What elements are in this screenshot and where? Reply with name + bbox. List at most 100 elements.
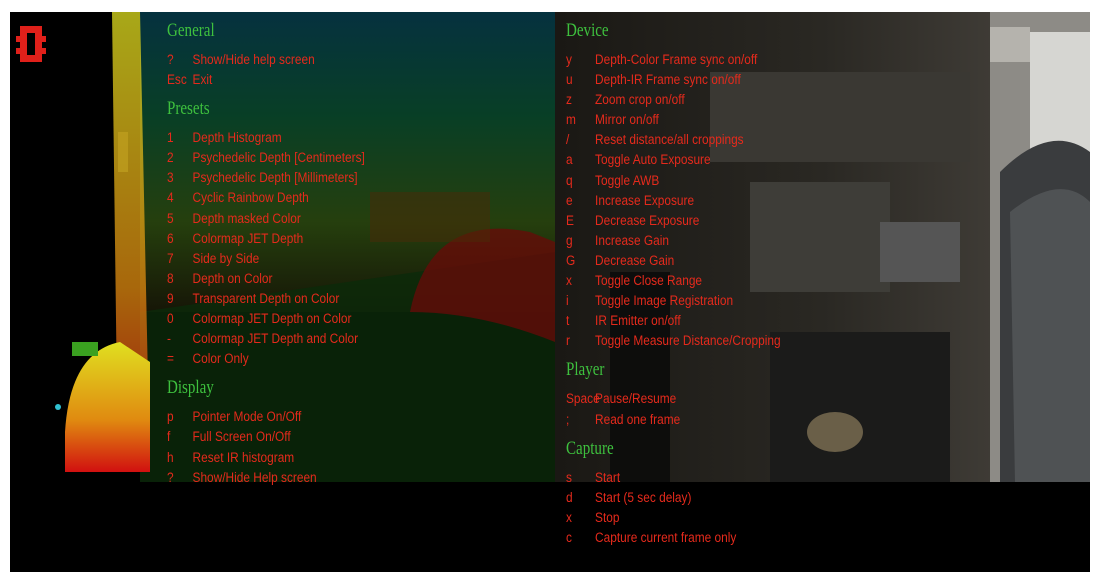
shortcut-key: 4 [167,190,174,206]
shortcut-row-device: r Toggle Measure Distance/Cropping [566,331,936,351]
shortcut-key: y [566,52,572,67]
shortcut-row-capture: d Start (5 sec delay) [566,488,936,508]
shortcut-label: Increase Exposure [595,192,695,208]
shortcut-row-device: z Zoom crop on/off [566,90,936,110]
shortcut-label: Colormap JET Depth [192,230,304,246]
shortcut-key: p [167,409,174,425]
shortcut-label: Pause/Resume [595,391,677,407]
shortcut-label: Psychedelic Depth [Millimeters] [192,170,358,186]
shortcut-key: Esc [167,72,187,88]
shortcut-key: t [566,313,570,329]
shortcut-label: Show/Hide Help screen [192,469,317,485]
help-column-right: Device y Depth-Color Frame sync on/off u De… [566,12,936,572]
shortcut-key: 9 [167,290,174,306]
shortcut-label: Capture current frame only [595,529,737,545]
shortcut-row-presets: 0 Colormap JET Depth on Color [167,309,501,329]
shortcut-row-presets: 4 Cyclic Rainbow Depth [167,188,501,208]
shortcut-row-presets: - Colormap JET Depth and Color [167,329,501,349]
shortcut-row-display: ? Show/Hide Help screen [167,468,501,488]
display-list: p Pointer Mode On/Off f Full Screen On/Off h… [167,407,501,487]
shortcut-row-presets: = Color Only [167,349,501,369]
section-title-device: Device [566,20,609,41]
shortcut-row-device: E Decrease Exposure [566,211,936,231]
shortcut-label: Zoom crop on/off [595,92,685,108]
shortcut-label: Decrease Exposure [595,212,700,228]
shortcut-key: G [566,252,576,268]
shortcut-key: d [566,489,573,505]
shortcut-row-presets: 3 Psychedelic Depth [Millimeters] [167,168,501,188]
shortcut-key: r [566,333,570,349]
shortcut-row-presets: 2 Psychedelic Depth [Centimeters] [167,148,501,168]
shortcut-key: 7 [167,250,174,266]
section-title-capture: Capture [566,437,614,459]
shortcut-label: Toggle Measure Distance/Cropping [595,333,781,349]
shortcut-key: E [566,212,574,228]
shortcut-label: Mirror on/off [595,112,659,128]
shortcut-label: Toggle Auto Exposure [595,152,711,168]
shortcut-key: Space [566,391,600,407]
shortcut-label: Psychedelic Depth [Centimeters] [192,150,365,166]
shortcut-row-device: / Reset distance/all croppings [566,130,936,150]
help-column-left: General ? Show/Hide help screen Esc Exit Pr… [167,12,501,572]
shortcut-label: Decrease Gain [595,252,675,268]
shortcut-label: Cyclic Rainbow Depth [192,190,309,206]
shortcut-label: Toggle AWB [595,172,660,188]
shortcut-key: e [566,192,573,208]
shortcut-row-device: m Mirror on/off [566,110,936,130]
shortcut-label: Transparent Depth on Color [192,290,340,306]
section-title-player: Player [566,359,605,381]
shortcut-key: 2 [167,150,174,166]
shortcut-key: m [566,112,576,128]
shortcut-key: i [566,293,569,309]
shortcut-row-presets: 5 Depth masked Color [167,209,501,229]
shortcut-label: Colormap JET Depth on Color [192,311,352,327]
shortcut-row-device: x Toggle Close Range [566,271,936,291]
shortcut-key: c [566,529,572,545]
shortcut-key: = [167,351,174,367]
shortcut-row-player: ; Read one frame [566,410,936,430]
shortcut-label: Start (5 sec delay) [595,489,692,505]
shortcut-key: h [167,449,174,465]
player-list: Space Pause/Resume; Read one frame [566,389,936,429]
shortcut-row-general: ? Show/Hide help screen [167,50,501,70]
shortcut-row-general: Esc Exit [167,70,501,90]
shortcut-label: Start [595,469,621,485]
shortcut-label: Full Screen On/Off [192,429,291,445]
shortcut-key: / [566,132,570,148]
shortcut-label: Exit [192,72,213,88]
shortcut-label: Toggle Image Registration [595,293,734,309]
shortcut-key: 1 [167,130,174,146]
shortcut-key: g [566,232,573,248]
shortcut-row-presets: 1 Depth Histogram [167,128,501,148]
shortcut-label: Stop [595,509,620,525]
shortcut-label: Toggle Close Range [595,273,703,289]
shortcut-row-device: i Toggle Image Registration [566,291,936,311]
device-list: y Depth-Color Frame sync on/off u Depth-IR … [566,50,936,351]
shortcut-row-player: Space Pause/Resume [566,389,936,409]
shortcut-row-display: p Pointer Mode On/Off [167,407,501,427]
depth-viewer-window[interactable]: General ? Show/Hide help screen Esc Exit Pr… [10,12,1090,572]
shortcut-key: q [566,172,573,188]
shortcut-row-device: t IR Emitter on/off [566,311,936,331]
shortcut-key: x [566,273,572,289]
shortcut-key: 5 [167,210,174,226]
shortcut-label: Reset IR histogram [192,449,295,465]
shortcut-row-device: a Toggle Auto Exposure [566,150,936,170]
shortcut-label: Reset distance/all croppings [595,132,744,148]
red-square-logo-icon [16,22,46,66]
shortcut-key: u [566,72,573,88]
shortcut-row-capture: c Capture current frame only [566,528,936,548]
shortcut-label: Depth-Color Frame sync on/off [595,52,758,67]
shortcut-row-device: e Increase Exposure [566,191,936,211]
shortcut-key: 0 [167,311,174,327]
general-list: ? Show/Hide help screen Esc Exit [167,50,501,90]
shortcut-label: Depth-IR Frame sync on/off [595,72,741,88]
shortcut-label: Depth Histogram [192,130,282,146]
shortcut-row-presets: 9 Transparent Depth on Color [167,289,501,309]
shortcut-label: IR Emitter on/off [595,313,681,329]
shortcut-label: Depth on Color [192,270,273,286]
shortcut-label: Increase Gain [595,232,670,248]
shortcut-key: ; [566,411,570,427]
shortcut-row-capture: s Start [566,468,936,488]
shortcut-row-display: f Full Screen On/Off [167,427,501,447]
